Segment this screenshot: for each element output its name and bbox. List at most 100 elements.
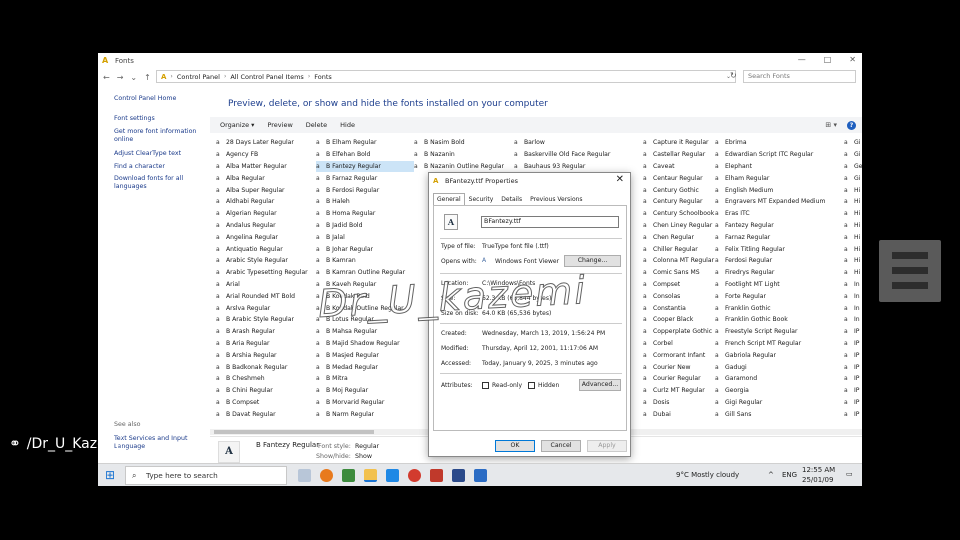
font-item[interactable]: a Hi xyxy=(844,220,862,232)
font-item[interactable]: a Hi xyxy=(844,208,862,220)
clock-time[interactable]: 12:55 AM xyxy=(802,466,835,474)
tray-chevron-icon[interactable]: ^ xyxy=(768,471,774,479)
font-item[interactable]: a Hi xyxy=(844,267,862,279)
download-fonts-link[interactable]: Download fonts for all languages xyxy=(114,175,204,191)
font-item[interactable]: a Engravers MT Expanded Medium xyxy=(715,196,845,208)
adjust-cleartype-link[interactable]: Adjust ClearType text xyxy=(114,150,204,158)
font-item[interactable]: a Eras ITC xyxy=(715,208,845,220)
ok-button[interactable]: OK xyxy=(495,440,535,452)
font-item[interactable]: a Firedrys Regular xyxy=(715,267,845,279)
font-item[interactable]: a Freestyle Script Regular xyxy=(715,326,845,338)
font-item[interactable]: a Elephant xyxy=(715,161,845,173)
font-item[interactable]: a B Farnaz Regular xyxy=(316,172,414,184)
font-item[interactable]: a B Majid Shadow Regular xyxy=(316,338,414,350)
font-item[interactable]: a IP xyxy=(844,385,862,397)
file-explorer-icon[interactable] xyxy=(364,469,377,482)
word-icon[interactable] xyxy=(474,469,487,482)
font-item[interactable]: a Ge xyxy=(844,161,862,173)
font-item[interactable]: a In xyxy=(844,279,862,291)
font-item[interactable]: a B Nazanin Outline Regular xyxy=(414,161,512,173)
font-item[interactable]: a Hi xyxy=(844,231,862,243)
font-item[interactable]: a In xyxy=(844,314,862,326)
more-font-info-link[interactable]: Get more font information online xyxy=(114,128,204,144)
font-item[interactable]: a B Kaveh Regular xyxy=(316,279,414,291)
font-item[interactable]: a Hi xyxy=(844,243,862,255)
maximize-button[interactable]: □ xyxy=(824,55,832,64)
weather-text[interactable]: 9°C Mostly cloudy xyxy=(676,471,739,479)
font-item[interactable]: a B Lotus Regular xyxy=(316,314,414,326)
view-options-icon[interactable]: ⊞ ▾ xyxy=(825,121,837,129)
font-item[interactable]: a Franklin Gothic xyxy=(715,302,845,314)
font-item[interactable]: a IP xyxy=(844,361,862,373)
font-item[interactable]: a Barlow xyxy=(514,137,612,149)
font-item[interactable]: a 28 Days Later Regular xyxy=(216,137,314,149)
font-item[interactable]: a Bauhaus 93 Regular xyxy=(514,161,612,173)
font-item[interactable]: a IP xyxy=(844,397,862,409)
font-item[interactable]: a B Aria Regular xyxy=(216,338,314,350)
font-item[interactable]: a B Mahsa Regular xyxy=(316,326,414,338)
menu-overlay-button[interactable] xyxy=(879,240,941,302)
font-item[interactable]: a Algerian Regular xyxy=(216,208,314,220)
font-item[interactable]: a B Compset xyxy=(216,397,314,409)
back-icon[interactable]: ← xyxy=(103,73,110,82)
font-item[interactable]: a Franklin Gothic Book xyxy=(715,314,845,326)
find-character-link[interactable]: Find a character xyxy=(114,163,204,171)
font-item[interactable]: a B Johar Regular xyxy=(316,243,414,255)
font-item[interactable]: a Felix Titling Regular xyxy=(715,243,845,255)
font-item[interactable]: a Gill Sans xyxy=(715,408,845,420)
forward-icon[interactable]: → xyxy=(117,73,124,82)
font-item[interactable]: a Gabriola Regular xyxy=(715,349,845,361)
close-button[interactable]: ✕ xyxy=(849,55,856,64)
font-item[interactable]: a Baskerville Old Face Regular xyxy=(514,149,612,161)
font-item[interactable]: a B Kamran xyxy=(316,255,414,267)
font-item[interactable]: a B Ferdosi Regular xyxy=(316,184,414,196)
font-item[interactable]: a Forte Regular xyxy=(715,290,845,302)
font-item[interactable]: a Arial xyxy=(216,279,314,291)
font-item[interactable]: a B Badkonak Regular xyxy=(216,361,314,373)
font-item[interactable]: a IP xyxy=(844,373,862,385)
firefox-icon[interactable] xyxy=(320,469,333,482)
font-item[interactable]: a IP xyxy=(844,338,862,350)
font-item[interactable]: a IP xyxy=(844,326,862,338)
font-item[interactable]: a B Koodak Outline Regular xyxy=(316,302,414,314)
notification-icon[interactable]: ▭ xyxy=(846,470,853,478)
font-item[interactable]: a IP xyxy=(844,408,862,420)
font-item[interactable]: a Farnaz Regular xyxy=(715,231,845,243)
help-icon[interactable]: ? xyxy=(847,120,856,130)
breadcrumb-fonts[interactable]: Fonts xyxy=(314,73,332,81)
app-icon[interactable] xyxy=(452,469,465,482)
hidden-checkbox[interactable] xyxy=(528,382,535,389)
app-icon[interactable] xyxy=(430,469,443,482)
font-item[interactable]: a B Davat Regular xyxy=(216,408,314,420)
advanced-button[interactable]: Advanced... xyxy=(579,379,621,391)
start-icon[interactable]: ⊞ xyxy=(105,468,115,482)
change-button[interactable]: Change... xyxy=(564,255,621,267)
font-item[interactable]: a B Medad Regular xyxy=(316,361,414,373)
font-item[interactable]: a Gi xyxy=(844,149,862,161)
breadcrumb-control-panel[interactable]: Control Panel xyxy=(177,73,220,81)
font-item[interactable]: a Arslva Regular xyxy=(216,302,314,314)
recent-dropdown-icon[interactable]: ⌄ xyxy=(130,73,137,82)
browser-icon[interactable] xyxy=(342,469,355,482)
minimize-button[interactable]: — xyxy=(798,55,806,64)
font-item[interactable]: a Hi xyxy=(844,255,862,267)
font-item[interactable]: a B Masjed Regular xyxy=(316,349,414,361)
readonly-checkbox[interactable] xyxy=(482,382,489,389)
font-item[interactable]: a B Arash Regular xyxy=(216,326,314,338)
dialog-close-icon[interactable]: ✕ xyxy=(616,174,624,185)
font-item[interactable]: a French Script MT Regular xyxy=(715,338,845,350)
font-item[interactable]: a Hi xyxy=(844,196,862,208)
text-services-link[interactable]: Text Services and Input Language xyxy=(114,435,204,451)
up-icon[interactable]: ↑ xyxy=(144,73,151,82)
font-item[interactable]: a Footlight MT Light xyxy=(715,279,845,291)
font-item[interactable]: a B Koodak Bold xyxy=(316,290,414,302)
font-item[interactable]: a B Mitra xyxy=(316,373,414,385)
font-item[interactable]: a B Elham Regular xyxy=(316,137,414,149)
control-panel-home-link[interactable]: Control Panel Home xyxy=(114,95,204,103)
font-item[interactable]: a Gigi Regular xyxy=(715,397,845,409)
taskbar-search[interactable]: ⌕ Type here to search xyxy=(125,466,287,485)
font-item[interactable]: a Agency FB xyxy=(216,149,314,161)
refresh-icon[interactable]: ↻ xyxy=(730,71,737,80)
font-item[interactable]: a Ebrima xyxy=(715,137,845,149)
font-item[interactable]: a Alba Regular xyxy=(216,172,314,184)
